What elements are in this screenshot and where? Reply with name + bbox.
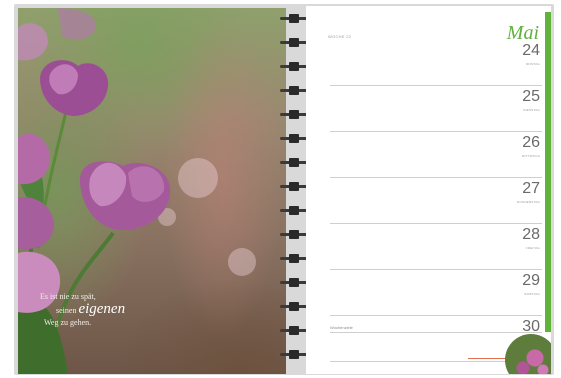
day-number: 24 bbox=[522, 42, 540, 59]
day-number: 25 bbox=[522, 88, 540, 105]
weekday-label: DIENSTAG bbox=[523, 108, 540, 112]
day-row[interactable]: 29 SAMSTAG bbox=[330, 270, 542, 316]
weekday-label: FREITAG bbox=[525, 246, 540, 250]
day-number: 27 bbox=[522, 180, 540, 197]
photo-page: Es ist nie zu spät, seinen eigenen Weg z… bbox=[18, 8, 286, 374]
day-row[interactable]: 24 MONTAG bbox=[330, 40, 542, 86]
quote-line-2-pre: seinen bbox=[56, 306, 77, 315]
weekday-label: MONTAG bbox=[525, 62, 540, 66]
weekday-label: SAMSTAG bbox=[524, 292, 540, 296]
quote-line-2: seinen eigenen bbox=[40, 301, 126, 317]
weekday-label: DONNERSTAG bbox=[517, 200, 540, 204]
week-label: WOCHE 22 bbox=[328, 34, 352, 39]
weekday-label: MITTWOCH bbox=[521, 154, 540, 158]
notes-label: Wochenziele bbox=[330, 325, 353, 330]
notes-line bbox=[330, 332, 542, 333]
planner-page: Mai WOCHE 22 24 MONTAG 25 DIENSTAG 26 MITTWOC… bbox=[306, 6, 551, 374]
day-row[interactable]: 26 MITTWOCH bbox=[330, 132, 542, 178]
day-number: 26 bbox=[522, 134, 540, 151]
day-row[interactable]: 28 FREITAG bbox=[330, 224, 542, 270]
day-number: 28 bbox=[522, 226, 540, 243]
quote-line-3: Weg zu gehen. bbox=[44, 318, 92, 327]
day-row[interactable]: 25 DIENSTAG bbox=[330, 86, 542, 132]
day-row[interactable]: 27 DONNERSTAG bbox=[330, 178, 542, 224]
holiday-marker bbox=[468, 358, 508, 359]
day-number: 29 bbox=[522, 272, 540, 289]
quote-emphasis: eigenen bbox=[78, 301, 126, 317]
month-accent-bar bbox=[545, 12, 551, 332]
quote-text: Es ist nie zu spät, seinen eigenen Weg z… bbox=[40, 291, 125, 329]
